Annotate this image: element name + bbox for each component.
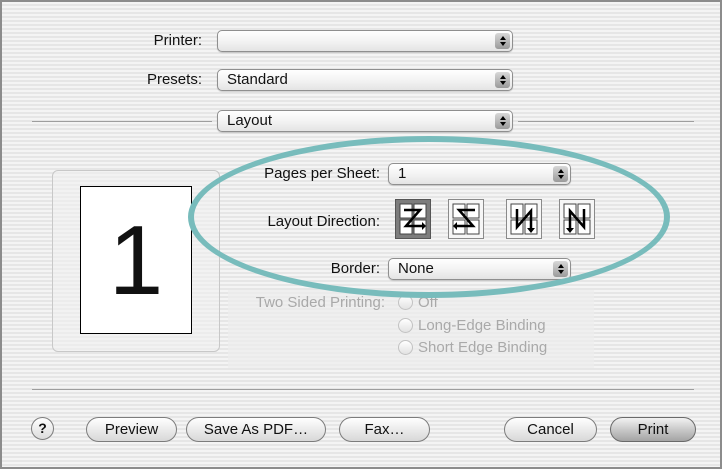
- presets-select[interactable]: Standard: [217, 69, 513, 91]
- layout-direction-reverse-z-button[interactable]: [448, 199, 484, 239]
- popup-arrows-icon: [553, 261, 568, 277]
- separator-left: [32, 121, 212, 122]
- border-select-value: None: [398, 260, 434, 277]
- two-sided-off-label: Off: [418, 294, 438, 311]
- short-edge-binding-radio[interactable]: [398, 340, 413, 355]
- help-button[interactable]: ?: [31, 417, 54, 440]
- layout-direction-z-button[interactable]: [395, 199, 431, 239]
- short-edge-binding-label: Short Edge Binding: [418, 339, 548, 356]
- layout-direction-n-button[interactable]: [506, 199, 542, 239]
- panel-select-value: Layout: [227, 112, 273, 129]
- layout-direction-label: Layout Direction:: [267, 213, 380, 230]
- popup-arrows-icon: [495, 72, 510, 88]
- page-preview: 1: [80, 186, 192, 334]
- pages-per-sheet-value: 1: [398, 165, 407, 182]
- z-order-icon: [399, 203, 427, 235]
- print-dialog: Printer: Presets: Standard Layout 1 Page…: [0, 0, 722, 469]
- save-as-pdf-button[interactable]: Save As PDF…: [186, 417, 326, 442]
- pages-per-sheet-select[interactable]: 1: [388, 163, 571, 185]
- two-sided-off-radio[interactable]: [398, 295, 413, 310]
- popup-arrows-icon: [495, 113, 510, 129]
- n-order-icon: [510, 203, 538, 235]
- reverse-n-order-icon: [563, 203, 591, 235]
- printer-select[interactable]: [217, 30, 513, 52]
- separator-right: [518, 121, 694, 122]
- preview-button[interactable]: Preview: [86, 417, 177, 442]
- panel-select[interactable]: Layout: [217, 110, 513, 132]
- border-select[interactable]: None: [388, 258, 571, 280]
- printer-label: Printer:: [153, 32, 202, 49]
- long-edge-binding-radio[interactable]: [398, 318, 413, 333]
- cancel-button[interactable]: Cancel: [504, 417, 597, 442]
- two-sided-label: Two Sided Printing:: [255, 294, 385, 311]
- separator-bottom: [32, 389, 694, 390]
- layout-direction-reverse-n-button[interactable]: [559, 199, 595, 239]
- presets-label: Presets:: [146, 71, 202, 88]
- popup-arrows-icon: [553, 166, 568, 182]
- print-button[interactable]: Print: [610, 417, 696, 442]
- pages-per-sheet-label: Pages per Sheet:: [264, 165, 380, 182]
- reverse-z-order-icon: [452, 203, 480, 235]
- long-edge-binding-label: Long-Edge Binding: [418, 317, 546, 334]
- presets-select-value: Standard: [227, 71, 288, 88]
- popup-arrows-icon: [495, 33, 510, 49]
- border-label: Border:: [330, 260, 380, 277]
- fax-button[interactable]: Fax…: [339, 417, 430, 442]
